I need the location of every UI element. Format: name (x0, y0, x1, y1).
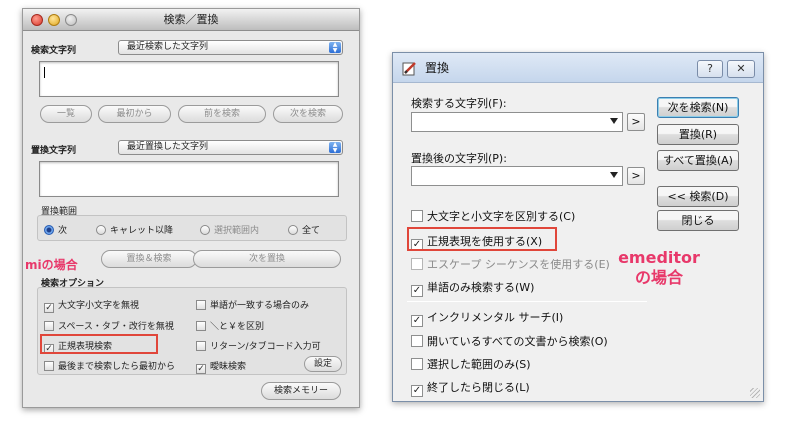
replace-regex-menu-button[interactable]: > (627, 167, 645, 185)
fuzzy-search-label: 曖昧検索 (210, 362, 247, 372)
range-selection-radio[interactable]: 選択範囲内 (200, 223, 259, 236)
recent-replace-popup-label: 最近置換した文字列 (127, 142, 209, 152)
from-start-button[interactable]: 最初から (98, 105, 171, 123)
help-button[interactable]: ? (697, 60, 723, 78)
range-after-caret-radio[interactable]: キャレット以降 (96, 223, 173, 236)
match-case-checkbox[interactable]: 大文字と小文字を区別する(C) (411, 208, 575, 224)
mi-regex-highlight-box (40, 334, 158, 354)
dropdown-arrow-icon (610, 172, 618, 178)
escape-sequence-checkbox[interactable]: エスケープ シーケンスを使用する(E) (411, 256, 610, 272)
replace-string-label: 置換文字列 (31, 146, 77, 156)
replace-next-button[interactable]: 次を置換 (193, 250, 341, 268)
whole-word-checkbox[interactable]: ✓ 単語のみ検索する(W) (411, 279, 534, 297)
whole-word-checkbox[interactable]: 単語が一致する場合のみ (196, 298, 309, 311)
ignore-case-label: 大文字小文字を無視 (58, 301, 140, 311)
search-all-documents-label: 開いているすべての文書から検索(O) (427, 335, 608, 348)
range-after-caret-label: キャレット以降 (110, 226, 174, 236)
recent-search-popup-label: 最近検索した文字列 (127, 42, 209, 52)
replace-text-area[interactable] (39, 161, 339, 197)
close-when-done-label: 終了したら閉じる(L) (427, 381, 530, 394)
minimize-icon[interactable] (48, 14, 60, 26)
recent-search-popup[interactable]: 最近検索した文字列 ▲ ▼ (118, 40, 343, 55)
replace-with-combobox[interactable] (411, 166, 623, 186)
replace-with-label: 置換後の文字列(P): (411, 152, 507, 165)
find-next-button[interactable]: 次を検索 (273, 105, 343, 123)
replace-button[interactable]: 置換(R) (657, 124, 739, 145)
range-next-label: 次 (58, 226, 68, 236)
edit-pencil-icon (402, 62, 416, 76)
popup-arrows-icon: ▲ ▼ (329, 42, 341, 53)
incremental-search-checkbox[interactable]: ✓ インクリメンタル サーチ(I) (411, 309, 563, 327)
whole-word-label: 単語のみ検索する(W) (427, 281, 535, 294)
range-all-label: 全て (302, 226, 321, 236)
selection-only-checkbox[interactable]: 選択した範囲のみ(S) (411, 356, 531, 372)
resize-grip-icon[interactable] (750, 388, 760, 398)
emeditor-regex-highlight-box (407, 227, 557, 251)
find-previous-button[interactable]: << 検索(D) (657, 186, 739, 207)
mi-find-replace-window: 検索／置換 検索文字列 最近検索した文字列 ▲ ▼ 一覧 最初から 前を検索 次を… (22, 8, 360, 408)
mi-window-title: 検索／置換 (163, 13, 219, 26)
whole-word-label: 単語が一致する場合のみ (210, 301, 310, 311)
search-options-group: ✓ 大文字小文字を無視 単語が一致する場合のみ スペース・タブ・改行を無視 ＼と￥… (37, 287, 347, 375)
find-string-combobox[interactable] (411, 112, 623, 132)
close-icon[interactable] (31, 14, 43, 26)
match-case-label: 大文字と小文字を区別する(C) (427, 210, 576, 223)
emeditor-window-title: 置換 (425, 61, 450, 75)
incremental-search-label: インクリメンタル サーチ(I) (427, 311, 564, 324)
close-button[interactable]: ✕ (727, 60, 755, 78)
replace-range-group: 次 キャレット以降 選択範囲内 全て (37, 215, 347, 241)
distinguish-yen-checkbox[interactable]: ＼と￥を区別 (196, 319, 264, 332)
emeditor-titlebar: 置換 ? ✕ (393, 53, 763, 83)
find-previous-button[interactable]: 前を検索 (178, 105, 266, 123)
return-tab-input-label: リターン/タブコード入力可 (210, 342, 321, 352)
fuzzy-search-checkbox[interactable]: ✓ 曖昧検索 (196, 359, 246, 374)
replace-and-find-button[interactable]: 置換＆検索 (101, 250, 197, 268)
emeditor-annotation-label: emeditor の場合 (604, 248, 714, 288)
settings-button[interactable]: 設定 (304, 356, 342, 372)
range-selection-label: 選択範囲内 (214, 226, 260, 236)
search-memory-button[interactable]: 検索メモリー (261, 382, 341, 400)
search-text-area[interactable] (39, 61, 339, 97)
list-button[interactable]: 一覧 (40, 105, 92, 123)
escape-sequence-label: エスケープ シーケンスを使用する(E) (427, 258, 610, 271)
return-tab-input-checkbox[interactable]: リターン/タブコード入力可 (196, 339, 321, 352)
find-regex-menu-button[interactable]: > (627, 113, 645, 131)
close-dialog-button[interactable]: 閉じる (657, 210, 739, 231)
ignore-case-checkbox[interactable]: ✓ 大文字小文字を無視 (44, 298, 139, 313)
search-all-documents-checkbox[interactable]: 開いているすべての文書から検索(O) (411, 333, 608, 349)
popup-arrows-icon: ▲ ▼ (329, 142, 341, 153)
find-string-label: 検索する文字列(F): (411, 97, 507, 110)
wrap-around-checkbox[interactable]: 最後まで検索したら最初から (44, 359, 175, 372)
distinguish-yen-label: ＼と￥を区別 (210, 322, 265, 332)
emeditor-replace-window: 置換 ? ✕ 検索する文字列(F): > 置換後の文字列(P): > 次を検索(… (392, 52, 764, 402)
mi-annotation-label: miの場合 (25, 258, 78, 272)
dropdown-arrow-icon (610, 118, 618, 124)
ignore-whitespace-label: スペース・タブ・改行を無視 (58, 322, 174, 332)
close-when-done-checkbox[interactable]: ✓ 終了したら閉じる(L) (411, 379, 530, 397)
emeditor-annotation-line1: emeditor (618, 248, 700, 267)
selection-only-label: 選択した範囲のみ(S) (427, 358, 531, 371)
replace-all-button[interactable]: すべて置換(A) (657, 150, 739, 171)
find-next-button[interactable]: 次を検索(N) (657, 97, 739, 118)
emeditor-annotation-line2: の場合 (634, 268, 683, 287)
options-separator (407, 301, 647, 302)
range-next-radio[interactable]: 次 (44, 223, 67, 236)
ignore-whitespace-checkbox[interactable]: スペース・タブ・改行を無視 (44, 319, 174, 332)
range-all-radio[interactable]: 全て (288, 223, 320, 236)
mi-titlebar: 検索／置換 (23, 9, 359, 31)
zoom-icon[interactable] (65, 14, 77, 26)
wrap-around-label: 最後まで検索したら最初から (58, 362, 176, 372)
search-string-label: 検索文字列 (31, 46, 77, 56)
recent-replace-popup[interactable]: 最近置換した文字列 ▲ ▼ (118, 140, 343, 155)
